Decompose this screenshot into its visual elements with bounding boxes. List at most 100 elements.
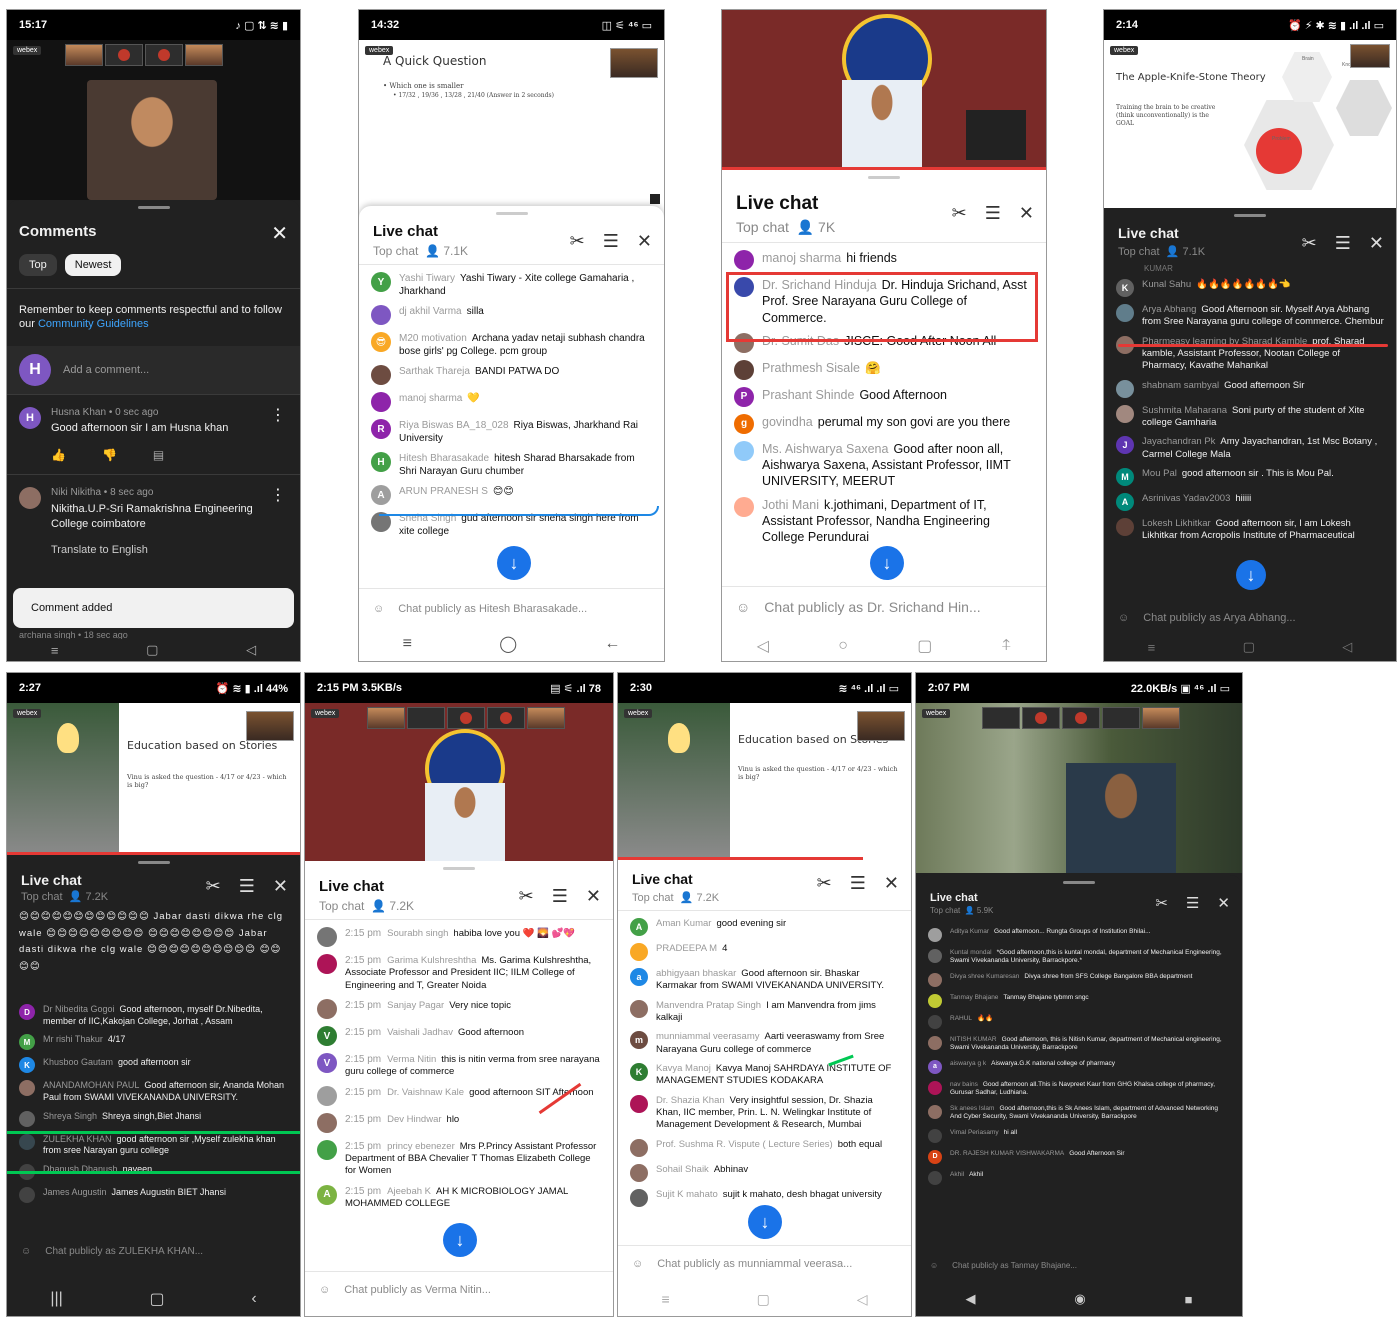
chat-author[interactable]: Jayachandran Pk (1142, 436, 1215, 447)
home-icon[interactable]: ◯ (499, 634, 517, 654)
progress-bar[interactable] (618, 857, 863, 860)
chat-author[interactable]: ARUN PRANESH S (399, 486, 488, 497)
chat-author[interactable]: DR. RAJESH KUMAR VISHWAKARMA (950, 1150, 1064, 1157)
chat-author[interactable]: Yashi Tiwary (399, 273, 455, 284)
chat-author[interactable]: Kunal Sahu (1142, 279, 1191, 290)
close-icon[interactable]: ✕ (273, 876, 288, 897)
filter-icon[interactable]: ☰ (1335, 233, 1351, 254)
back-icon[interactable]: ← (604, 635, 620, 653)
chat-input[interactable]: ☺ Chat publicly as ZULEKHA KHAN... (7, 1239, 300, 1263)
translate-link[interactable]: Translate to English (51, 544, 288, 556)
presentation-slide[interactable]: webex The Apple-Knife-Stone Theory Train… (1104, 40, 1396, 208)
scissors-icon[interactable]: ✂ (1302, 233, 1317, 254)
chat-author[interactable]: Dr. Shazia Khan (656, 1095, 725, 1106)
presentation-slide[interactable]: webex A Quick Question • Which one is sm… (359, 40, 664, 208)
chat-author[interactable]: shabnam sambyal (1142, 380, 1219, 391)
scissors-icon[interactable]: ✂ (1155, 894, 1168, 912)
thumbs-down-icon[interactable]: 👎 (102, 448, 117, 462)
chat-author[interactable]: Ms. Aishwarya Saxena (762, 442, 888, 456)
scissors-icon[interactable]: ✂ (952, 203, 967, 224)
chat-author[interactable]: Tanmay Bhajane (950, 994, 998, 1001)
back-icon[interactable]: ◁ (757, 636, 769, 656)
chat-author[interactable]: manoj sharma (762, 251, 841, 265)
recents-icon[interactable]: ▢ (917, 636, 932, 656)
chat-author[interactable]: Hitesh Bharasakade (399, 453, 489, 464)
chat-author[interactable]: Aman Kumar (656, 918, 711, 929)
chat-author[interactable]: Riya Biswas BA_18_028 (399, 420, 509, 431)
close-icon[interactable]: ✕ (1019, 203, 1034, 224)
chat-author[interactable]: aiswarya g k (950, 1060, 986, 1067)
chat-author[interactable]: Khusboo Gautam (43, 1057, 113, 1067)
menu-icon[interactable]: ≡ (1148, 640, 1156, 655)
chat-author[interactable]: ZULEKHA KHAN (43, 1134, 112, 1144)
emoji-icon[interactable]: ☺ (736, 599, 750, 615)
chat-author[interactable]: Aditya Kumar (950, 928, 989, 935)
filter-icon[interactable]: ☰ (239, 876, 255, 897)
scroll-down-button[interactable]: ↓ (870, 546, 904, 580)
sort-chip-newest[interactable]: Newest (64, 254, 122, 276)
chat-author[interactable]: Prathmesh Sisale (762, 361, 860, 375)
chat-author[interactable]: RAHUL (950, 1015, 972, 1022)
chat-author[interactable]: Shreya Singh (43, 1111, 97, 1121)
chat-input[interactable]: ☺ Chat publicly as Arya Abhang... (1104, 606, 1396, 630)
back-icon[interactable]: ‹ (251, 1290, 256, 1308)
chat-author[interactable]: James Augustin (43, 1187, 107, 1197)
chat-author[interactable]: Jothi Mani (762, 498, 819, 512)
scissors-icon[interactable]: ✂ (570, 231, 585, 252)
sort-chip-top[interactable]: Top (19, 254, 57, 276)
chat-author[interactable]: Prof. Sushma R. Vispute ( Lecture Series… (656, 1139, 833, 1150)
home-icon[interactable]: ▢ (146, 642, 158, 658)
chat-author[interactable]: Manvendra Pratap Singh (656, 1000, 761, 1011)
back-icon[interactable]: ◁ (246, 642, 256, 658)
chat-input[interactable]: ☺ Chat publicly as munniammal veerasa... (618, 1251, 911, 1277)
close-icon[interactable]: ✕ (637, 231, 652, 252)
menu-icon[interactable]: ≡ (51, 643, 59, 658)
chat-author[interactable]: Garima Kulshreshtha (387, 955, 476, 966)
emoji-icon[interactable]: ☺ (1118, 612, 1129, 624)
accessibility-icon[interactable]: ⍏ (1002, 637, 1012, 655)
chat-author[interactable]: ANANDAMOHAN PAUL (43, 1080, 139, 1090)
guidelines-link[interactable]: Community Guidelines (38, 318, 149, 330)
chat-author[interactable]: Kuntal mondal (950, 949, 992, 956)
add-comment-row[interactable]: H Add a comment... (7, 345, 300, 394)
thumbs-up-icon[interactable]: 👍 (51, 448, 66, 462)
emoji-icon[interactable]: ☺ (373, 603, 384, 615)
presentation-slide[interactable]: webex Education based on Stories Vinu is… (7, 703, 300, 855)
video-player[interactable]: webex (305, 703, 613, 861)
chat-author[interactable]: Dev Hindwar (387, 1114, 441, 1125)
fullscreen-icon[interactable] (650, 194, 660, 204)
close-icon[interactable]: ✕ (271, 221, 288, 246)
chat-author[interactable]: Sourabh singh (387, 928, 448, 939)
recents-icon[interactable]: ||| (50, 1290, 62, 1308)
chat-author[interactable]: Sk anees Islam (950, 1105, 994, 1112)
emoji-icon[interactable]: ☺ (632, 1258, 643, 1270)
close-icon[interactable]: ✕ (586, 886, 601, 907)
scroll-down-button[interactable]: ↓ (497, 546, 531, 580)
scroll-down-button[interactable]: ↓ (748, 1205, 782, 1239)
chat-author[interactable]: Verma Nitin (387, 1054, 436, 1065)
emoji-icon[interactable]: ☺ (21, 1246, 31, 1257)
chat-author[interactable]: NITISH KUMAR (950, 1036, 997, 1043)
chat-author[interactable]: nav bains (950, 1081, 978, 1088)
chat-author[interactable]: Akhil (950, 1171, 964, 1178)
back-icon[interactable]: ◁ (1342, 639, 1352, 655)
scissors-icon[interactable]: ✂ (206, 876, 221, 897)
filter-icon[interactable]: ☰ (552, 886, 568, 907)
chat-author[interactable]: manoj sharma (399, 393, 462, 404)
scissors-icon[interactable]: ✂ (817, 873, 832, 894)
back-icon[interactable]: ◁ (857, 1291, 868, 1308)
close-icon[interactable]: ✕ (1217, 894, 1230, 912)
chat-author[interactable]: Arya Abhang (1142, 304, 1196, 315)
chat-input[interactable]: ☺ Chat publicly as Dr. Srichand Hin... (722, 594, 1046, 620)
chat-author[interactable]: Sujit K mahato (656, 1189, 718, 1200)
chat-author[interactable]: munniammal veerasamy (656, 1031, 759, 1042)
chat-author[interactable]: dj akhil Varma (399, 306, 462, 317)
chat-author[interactable]: Asrinivas Yadav2003 (1142, 493, 1230, 504)
chat-author[interactable]: PRADEEPA M (656, 943, 717, 954)
video-player[interactable]: webex (7, 40, 300, 200)
home-icon[interactable]: ○ (838, 637, 848, 655)
chat-author[interactable]: govindha (762, 415, 813, 429)
chat-author[interactable]: Dr. Vaishnaw Kale (387, 1087, 464, 1098)
chat-author[interactable]: Sarthak Thareja (399, 366, 470, 377)
video-player[interactable] (722, 10, 1046, 170)
